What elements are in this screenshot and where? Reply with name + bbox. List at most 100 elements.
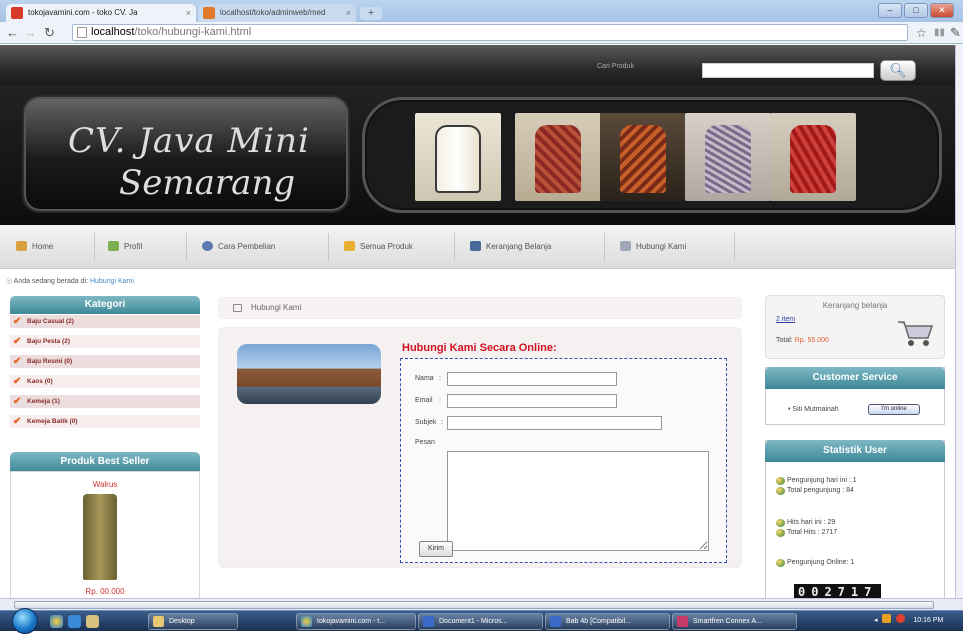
task-label: tokojavamini.com - t... bbox=[317, 618, 386, 625]
category-label: Baju Pesta (2) bbox=[27, 338, 70, 345]
close-window-button[interactable]: ✕ bbox=[930, 3, 954, 18]
breadcrumb-link[interactable]: Hubungi Kami bbox=[90, 278, 134, 285]
nav-item-cara-pembelian[interactable]: Cara Pembelian bbox=[202, 241, 275, 251]
nav-divider bbox=[454, 233, 455, 261]
ie-icon[interactable] bbox=[68, 615, 81, 628]
banner-product-image bbox=[600, 113, 686, 201]
vertical-scrollbar[interactable] bbox=[955, 45, 963, 598]
favicon-icon bbox=[11, 7, 23, 19]
new-tab-button[interactable]: + bbox=[360, 7, 382, 20]
nav-item-home[interactable]: Home bbox=[16, 241, 53, 251]
best-seller-image[interactable] bbox=[83, 494, 117, 580]
nav-item-profil[interactable]: Profil bbox=[108, 241, 142, 251]
stat-item: Pengunjung Online: 1 bbox=[776, 559, 855, 567]
nav-label: Profil bbox=[124, 242, 143, 251]
wrench-icon[interactable]: ✎ bbox=[950, 25, 961, 41]
tab-label: tokojavamini.com - toko CV. Jа bbox=[28, 8, 138, 17]
stat-item: Total pengunjung : 84 bbox=[776, 487, 854, 495]
category-item[interactable]: ✔ Baju Resmi (0) bbox=[10, 355, 200, 369]
cart-total-label: Total: bbox=[776, 337, 793, 344]
url-field[interactable]: localhost/toko/hubungi-kami.html bbox=[72, 24, 908, 41]
category-label: Kemeja Batik (0) bbox=[27, 418, 78, 425]
check-icon: ✔ bbox=[13, 316, 22, 327]
colon: : bbox=[439, 397, 441, 404]
email-field[interactable] bbox=[447, 394, 617, 408]
subjek-field[interactable] bbox=[447, 416, 662, 430]
users-icon bbox=[776, 559, 785, 567]
tray-arrow-icon[interactable]: ◂ bbox=[874, 617, 878, 624]
users-icon bbox=[776, 487, 785, 495]
category-item[interactable]: ✔ Baju Casual (2) bbox=[10, 315, 200, 329]
kirim-button[interactable]: Kirim bbox=[419, 541, 453, 557]
url-host: localhost bbox=[91, 26, 135, 38]
shopping-cart-icon[interactable] bbox=[896, 318, 934, 348]
cart-total-value: Rp. 55.000 bbox=[794, 337, 829, 344]
shirt-image bbox=[705, 125, 751, 193]
statistik-header: Statistik User bbox=[765, 440, 945, 462]
kategori-header: Kategori bbox=[10, 296, 200, 314]
horizontal-scrollbar[interactable] bbox=[0, 598, 963, 610]
pesan-textarea[interactable] bbox=[447, 451, 709, 551]
clock[interactable]: 10:16 PM bbox=[913, 617, 943, 624]
task-label: Bab 4b [Compatibil... bbox=[566, 618, 631, 625]
colon: : bbox=[441, 419, 443, 426]
check-icon: ✔ bbox=[13, 356, 22, 367]
stat-item: Hits hari ini : 29 bbox=[776, 519, 835, 527]
nav-item-keranjang-belanja[interactable]: Keranjang Belanja bbox=[470, 241, 551, 251]
category-item[interactable]: ✔ Kaos (0) bbox=[10, 375, 200, 389]
forward-arrow-icon[interactable]: → bbox=[24, 25, 37, 41]
product-banner-frame bbox=[362, 97, 942, 213]
address-bar-row: ← → ↻ localhost/toko/hubungi-kami.html ☆… bbox=[0, 22, 963, 44]
category-item[interactable]: ✔ Baju Pesta (2) bbox=[10, 335, 200, 349]
minimize-button[interactable]: – bbox=[878, 3, 902, 18]
contact-content: Hubungi Kami Secara Online: Nama: Email:… bbox=[218, 327, 742, 568]
task-label: Desktop bbox=[169, 618, 195, 625]
content-header-title: Hubungi Kami bbox=[251, 303, 302, 312]
folder-icon[interactable] bbox=[86, 615, 99, 628]
task-smartfren[interactable]: Smartfren Connex A... bbox=[672, 613, 797, 630]
start-button[interactable] bbox=[12, 608, 38, 634]
nav-item-semua-produk[interactable]: Semua Produk bbox=[344, 241, 413, 251]
task-browser[interactable]: tokojavamini.com - t... bbox=[296, 613, 416, 630]
nav-divider bbox=[328, 233, 329, 261]
category-item[interactable]: ✔ Kemeja (1) bbox=[10, 395, 200, 409]
check-icon: ✔ bbox=[13, 416, 22, 427]
bookmark-star-icon[interactable]: ☆ bbox=[916, 25, 927, 41]
favicon-icon bbox=[203, 7, 215, 19]
network-icon[interactable] bbox=[882, 614, 892, 623]
best-seller-name[interactable]: Walrus bbox=[11, 480, 199, 489]
task-desktop[interactable]: Desktop bbox=[148, 613, 238, 630]
hit-counter: 002717 bbox=[794, 584, 882, 598]
nama-field[interactable] bbox=[447, 372, 617, 386]
chrome-icon[interactable] bbox=[50, 615, 63, 628]
task-word-bab4b[interactable]: Bab 4b [Compatibil... bbox=[545, 613, 670, 630]
back-arrow-icon[interactable]: ← bbox=[6, 25, 19, 41]
tab-tokojavamini[interactable]: tokojavamini.com - toko CV. Jа × bbox=[6, 4, 196, 22]
messenger-status-button[interactable]: I'm online bbox=[868, 404, 920, 415]
nav-label: Hubungi Kami bbox=[636, 242, 687, 251]
category-item[interactable]: ✔ Kemeja Batik (0) bbox=[10, 415, 200, 429]
close-tab-icon[interactable]: × bbox=[346, 4, 351, 22]
task-word-doc1[interactable]: Document1 - Micros... bbox=[418, 613, 543, 630]
cart-icon bbox=[470, 241, 481, 251]
shirt-image bbox=[620, 125, 666, 193]
cart-item-link[interactable]: 2 item bbox=[776, 316, 795, 323]
volume-icon[interactable] bbox=[896, 614, 906, 623]
reload-icon[interactable]: ↻ bbox=[44, 25, 55, 41]
search-button[interactable]: 🔍︎ bbox=[880, 60, 916, 81]
shirt-image bbox=[790, 125, 836, 193]
nav-divider bbox=[94, 233, 95, 261]
scrollbar-thumb[interactable] bbox=[14, 601, 934, 609]
maximize-button[interactable]: □ bbox=[904, 3, 928, 18]
search-input[interactable] bbox=[702, 63, 874, 78]
best-seller-box: Walrus Rp. 00.000 bbox=[10, 471, 200, 598]
close-tab-icon[interactable]: × bbox=[186, 4, 191, 22]
stat-text: Pengunjung Online: 1 bbox=[787, 559, 855, 566]
stat-text: Total Hits : 2717 bbox=[787, 529, 838, 536]
nama-label: Nama bbox=[415, 375, 434, 382]
nav-item-hubungi-kami[interactable]: Hubungi Kami bbox=[620, 241, 686, 251]
tab-localhost-admin[interactable]: localhost/toko/adminweb/med × bbox=[198, 4, 356, 22]
category-label: Kaos (0) bbox=[27, 378, 53, 385]
cart-title: Keranjang belanja bbox=[822, 301, 888, 310]
nav-label: Cara Pembelian bbox=[218, 242, 276, 251]
